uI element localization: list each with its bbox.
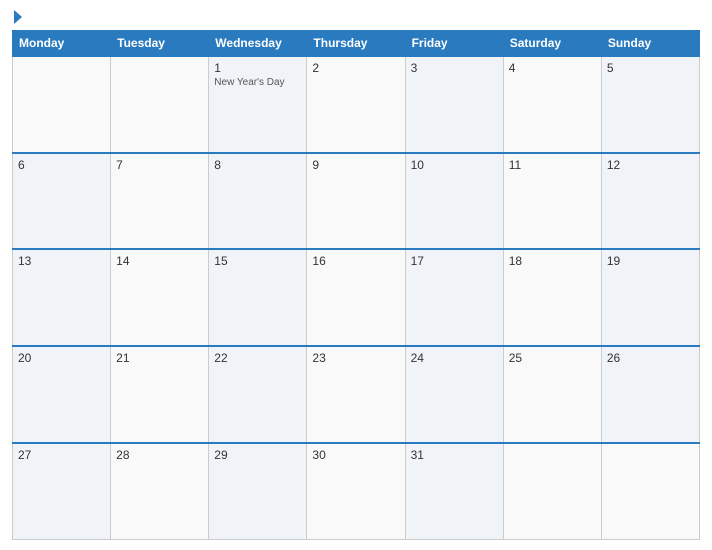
day-number: 6 xyxy=(18,158,105,172)
week-row-5: 27 28 29 30 31 xyxy=(13,443,700,540)
calendar-cell: 21 xyxy=(111,346,209,443)
calendar-cell: 2 xyxy=(307,56,405,153)
logo-triangle-icon xyxy=(14,10,22,24)
calendar-cell: 1 New Year's Day xyxy=(209,56,307,153)
calendar-cell: 10 xyxy=(405,153,503,250)
calendar-cell xyxy=(13,56,111,153)
day-number: 7 xyxy=(116,158,203,172)
day-number: 30 xyxy=(312,448,399,462)
day-number: 31 xyxy=(411,448,498,462)
day-number: 16 xyxy=(312,254,399,268)
day-number: 11 xyxy=(509,158,596,172)
week-row-4: 20 21 22 23 24 25 26 xyxy=(13,346,700,443)
day-number: 18 xyxy=(509,254,596,268)
calendar-cell: 5 xyxy=(601,56,699,153)
calendar-cell: 18 xyxy=(503,249,601,346)
day-number: 19 xyxy=(607,254,694,268)
day-header-saturday: Saturday xyxy=(503,31,601,57)
day-number: 1 xyxy=(214,61,301,75)
calendar-cell: 16 xyxy=(307,249,405,346)
calendar-cell: 31 xyxy=(405,443,503,540)
calendar-cell xyxy=(111,56,209,153)
day-number: 20 xyxy=(18,351,105,365)
day-number: 3 xyxy=(411,61,498,75)
day-number: 29 xyxy=(214,448,301,462)
day-header-sunday: Sunday xyxy=(601,31,699,57)
day-number: 21 xyxy=(116,351,203,365)
day-header-tuesday: Tuesday xyxy=(111,31,209,57)
day-number: 12 xyxy=(607,158,694,172)
calendar-cell: 26 xyxy=(601,346,699,443)
calendar-cell: 7 xyxy=(111,153,209,250)
day-number: 13 xyxy=(18,254,105,268)
day-header-wednesday: Wednesday xyxy=(209,31,307,57)
week-row-1: 1 New Year's Day 2345 xyxy=(13,56,700,153)
calendar-cell: 30 xyxy=(307,443,405,540)
day-number: 5 xyxy=(607,61,694,75)
calendar-cell: 13 xyxy=(13,249,111,346)
calendar-cell: 27 xyxy=(13,443,111,540)
calendar-cell: 17 xyxy=(405,249,503,346)
days-header-row: MondayTuesdayWednesdayThursdayFridaySatu… xyxy=(13,31,700,57)
logo xyxy=(12,10,22,24)
day-number: 9 xyxy=(312,158,399,172)
day-number: 25 xyxy=(509,351,596,365)
calendar-cell: 20 xyxy=(13,346,111,443)
week-row-2: 6789 10 11 12 xyxy=(13,153,700,250)
header xyxy=(12,10,700,24)
day-number: 26 xyxy=(607,351,694,365)
day-number: 22 xyxy=(214,351,301,365)
calendar-cell: 15 xyxy=(209,249,307,346)
calendar-wrap: MondayTuesdayWednesdayThursdayFridaySatu… xyxy=(12,30,700,540)
calendar-cell: 25 xyxy=(503,346,601,443)
day-number: 2 xyxy=(312,61,399,75)
day-number: 15 xyxy=(214,254,301,268)
calendar-cell xyxy=(601,443,699,540)
day-number: 23 xyxy=(312,351,399,365)
day-number: 24 xyxy=(411,351,498,365)
calendar-cell: 4 xyxy=(503,56,601,153)
calendar-cell: 3 xyxy=(405,56,503,153)
day-header-friday: Friday xyxy=(405,31,503,57)
calendar-cell: 22 xyxy=(209,346,307,443)
calendar-cell: 19 xyxy=(601,249,699,346)
calendar-cell: 23 xyxy=(307,346,405,443)
calendar-cell: 8 xyxy=(209,153,307,250)
day-header-thursday: Thursday xyxy=(307,31,405,57)
calendar-cell: 12 xyxy=(601,153,699,250)
calendar-cell: 11 xyxy=(503,153,601,250)
day-header-monday: Monday xyxy=(13,31,111,57)
calendar-cell: 28 xyxy=(111,443,209,540)
week-row-3: 13 14 15 16 17 18 19 xyxy=(13,249,700,346)
day-number: 14 xyxy=(116,254,203,268)
calendar-cell: 14 xyxy=(111,249,209,346)
calendar-cell: 9 xyxy=(307,153,405,250)
day-number: 28 xyxy=(116,448,203,462)
day-number: 27 xyxy=(18,448,105,462)
calendar-cell xyxy=(503,443,601,540)
calendar-table: MondayTuesdayWednesdayThursdayFridaySatu… xyxy=(12,30,700,540)
calendar-cell: 6 xyxy=(13,153,111,250)
day-number: 10 xyxy=(411,158,498,172)
holiday-label: New Year's Day xyxy=(214,77,301,88)
day-number: 17 xyxy=(411,254,498,268)
calendar-cell: 29 xyxy=(209,443,307,540)
calendar-page: MondayTuesdayWednesdayThursdayFridaySatu… xyxy=(0,0,712,550)
day-number: 4 xyxy=(509,61,596,75)
day-number: 8 xyxy=(214,158,301,172)
calendar-cell: 24 xyxy=(405,346,503,443)
